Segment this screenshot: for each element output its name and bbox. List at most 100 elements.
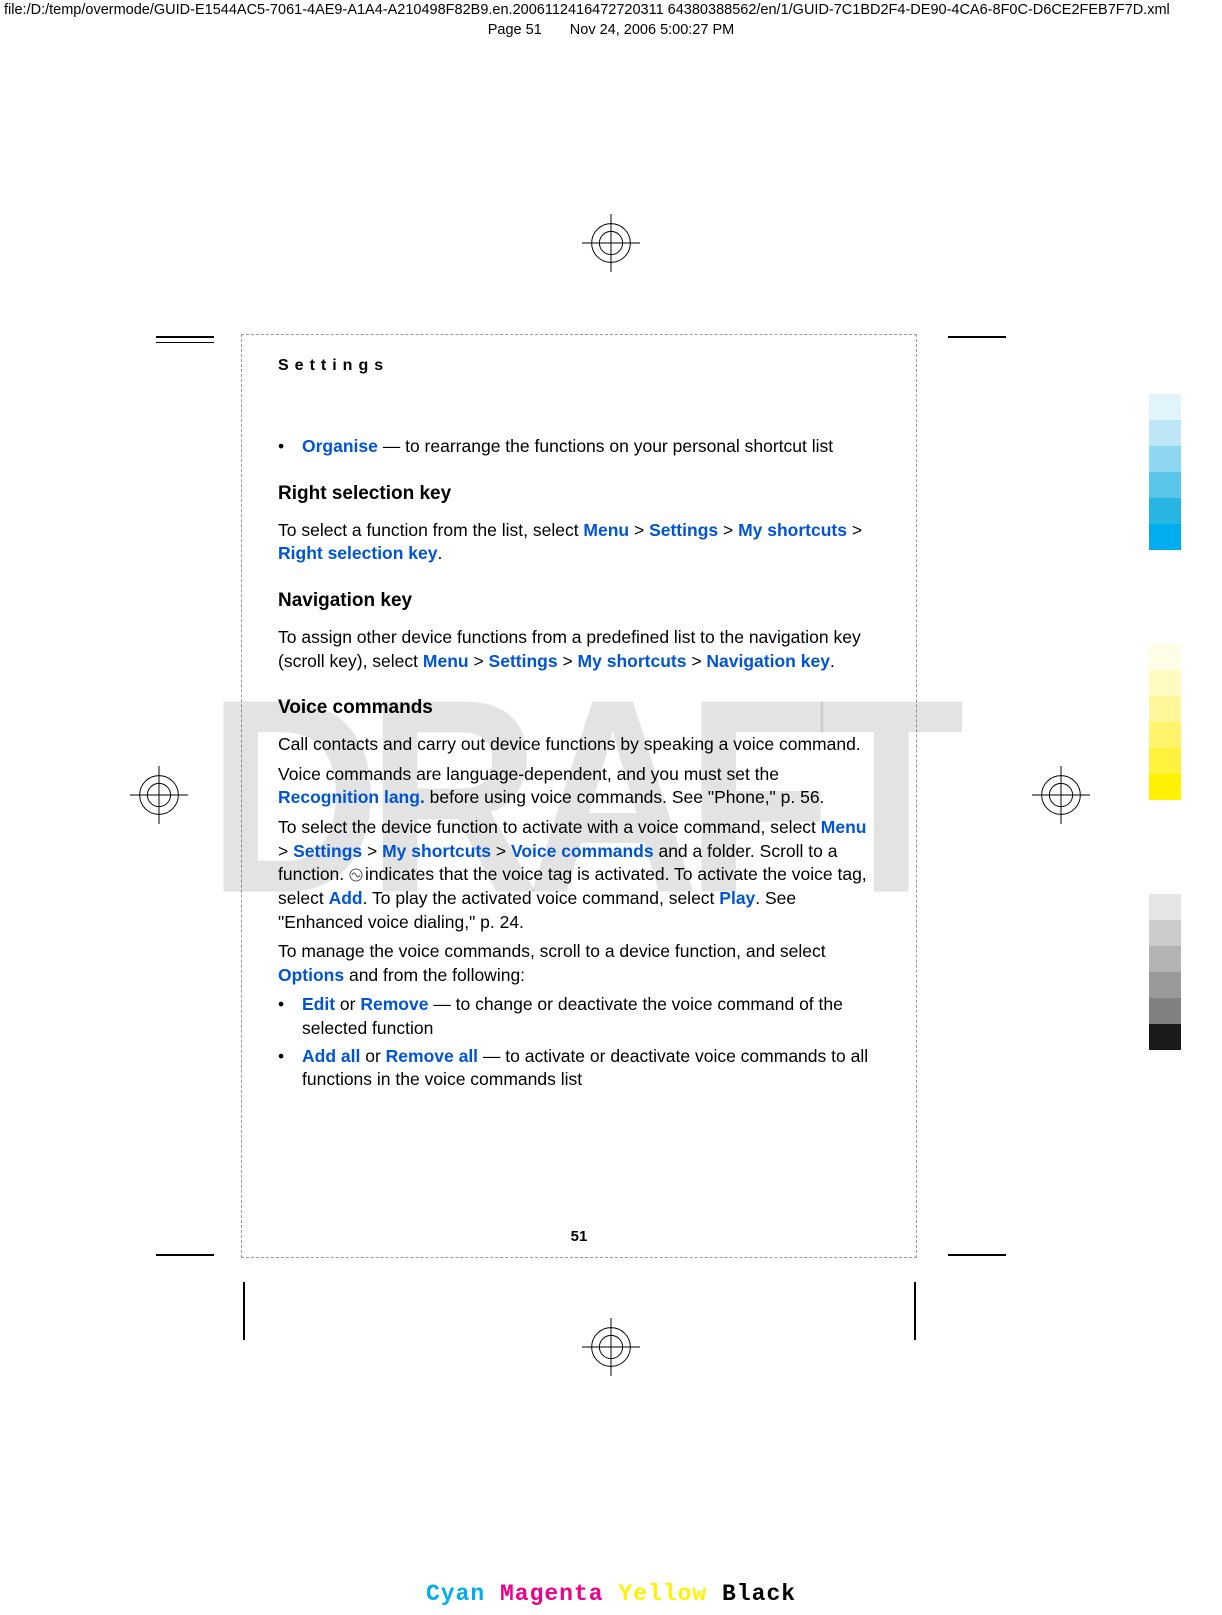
color-swatch xyxy=(1149,946,1181,972)
text: To select the device function to activat… xyxy=(278,817,821,837)
keyword-add: Add xyxy=(329,888,363,908)
crop-mark xyxy=(243,1282,245,1340)
heading-right-selection-key: Right selection key xyxy=(278,483,880,505)
keyword-remove-all: Remove all xyxy=(386,1046,478,1066)
color-swatch xyxy=(1149,696,1181,722)
magenta-label: Magenta xyxy=(500,1581,604,1607)
registration-mark-icon xyxy=(1032,766,1090,824)
color-swatch xyxy=(1149,472,1181,498)
color-swatch xyxy=(1149,644,1181,670)
keyword-navigation-key: Navigation key xyxy=(706,651,830,671)
text: > xyxy=(686,651,706,671)
color-swatch xyxy=(1149,670,1181,696)
color-swatch xyxy=(1149,998,1181,1024)
paragraph: To manage the voice commands, scroll to … xyxy=(278,940,880,987)
paragraph: To assign other device functions from a … xyxy=(278,626,880,673)
keyword-play: Play xyxy=(719,888,755,908)
crop-mark xyxy=(156,336,214,338)
keyword-options: Options xyxy=(278,965,344,985)
crop-mark xyxy=(914,1282,916,1340)
text: Voice commands are language-dependent, a… xyxy=(278,764,779,784)
page-label: Page 51 xyxy=(488,22,542,38)
keyword-remove: Remove xyxy=(360,994,428,1014)
keyword-my-shortcuts: My shortcuts xyxy=(738,520,847,540)
keyword-recognition-lang: Recognition lang. xyxy=(278,787,425,807)
keyword-my-shortcuts: My shortcuts xyxy=(382,841,491,861)
color-bars xyxy=(1149,394,1181,1144)
text: To select a function from the list, sele… xyxy=(278,520,583,540)
list-item: • Add all or Remove all — to activate or… xyxy=(278,1045,880,1092)
color-swatch xyxy=(1149,1024,1181,1050)
keyword-add-all: Add all xyxy=(302,1046,360,1066)
list-item: • Edit or Remove — to change or deactiva… xyxy=(278,993,880,1040)
text: > xyxy=(278,841,293,861)
color-swatch xyxy=(1149,894,1181,920)
text: . To play the activated voice command, s… xyxy=(363,888,720,908)
keyword-settings: Settings xyxy=(293,841,362,861)
timestamp: Nov 24, 2006 5:00:27 PM xyxy=(570,22,734,38)
page-number: 51 xyxy=(242,1228,916,1245)
file-header: file:/D:/temp/overmode/GUID-E1544AC5-706… xyxy=(0,0,1222,38)
text: > xyxy=(362,841,382,861)
paragraph: Voice commands are language-dependent, a… xyxy=(278,763,880,810)
paragraph: To select a function from the list, sele… xyxy=(278,519,880,566)
cmyk-footer: Cyan Magenta Yellow Black xyxy=(0,1581,1222,1607)
color-swatch xyxy=(1149,774,1181,800)
text: > xyxy=(469,651,489,671)
color-swatch xyxy=(1149,524,1181,550)
text: and from the following: xyxy=(344,965,525,985)
cyan-swatch-group xyxy=(1149,394,1181,550)
page-info: Page 51 Nov 24, 2006 5:00:27 PM xyxy=(0,22,1222,38)
yellow-label: Yellow xyxy=(618,1581,707,1607)
keyword-menu: Menu xyxy=(583,520,629,540)
cyan-label: Cyan xyxy=(426,1581,485,1607)
keyword-my-shortcuts: My shortcuts xyxy=(578,651,687,671)
registration-mark-icon xyxy=(582,214,640,272)
crop-mark xyxy=(156,1254,214,1256)
paragraph: To select the device function to activat… xyxy=(278,816,880,934)
running-head: Settings xyxy=(278,357,880,375)
keyword-edit: Edit xyxy=(302,994,335,1014)
bullet-icon: • xyxy=(278,1045,292,1092)
text: or xyxy=(360,1046,385,1066)
bullet-icon: • xyxy=(278,993,292,1040)
text: > xyxy=(718,520,738,540)
yellow-swatch-group xyxy=(1149,644,1181,800)
page-content-box: DRAFT Settings • Organise — to rearrange… xyxy=(241,334,917,1258)
file-path: file:/D:/temp/overmode/GUID-E1544AC5-706… xyxy=(0,0,1222,20)
keyword-organise: Organise xyxy=(302,436,378,456)
list-item: • Organise — to rearrange the functions … xyxy=(278,435,880,459)
color-swatch xyxy=(1149,420,1181,446)
color-swatch xyxy=(1149,722,1181,748)
text: — to rearrange the functions on your per… xyxy=(378,436,833,456)
paragraph: Call contacts and carry out device funct… xyxy=(278,733,880,757)
color-swatch xyxy=(1149,446,1181,472)
text: > xyxy=(558,651,578,671)
text: . xyxy=(438,543,443,563)
text: . xyxy=(830,651,835,671)
text: > xyxy=(491,841,511,861)
keyword-voice-commands: Voice commands xyxy=(511,841,654,861)
voice-tag-icon xyxy=(349,868,363,882)
color-swatch xyxy=(1149,972,1181,998)
text: before using voice commands. See "Phone,… xyxy=(425,787,825,807)
color-swatch xyxy=(1149,748,1181,774)
color-swatch xyxy=(1149,394,1181,420)
crop-mark xyxy=(948,336,1006,338)
text: > xyxy=(847,520,862,540)
registration-mark-icon xyxy=(130,766,188,824)
text: To manage the voice commands, scroll to … xyxy=(278,941,826,961)
grey-swatch-group xyxy=(1149,894,1181,1050)
keyword-menu: Menu xyxy=(423,651,469,671)
color-swatch xyxy=(1149,498,1181,524)
keyword-settings: Settings xyxy=(489,651,558,671)
keyword-menu: Menu xyxy=(821,817,867,837)
heading-navigation-key: Navigation key xyxy=(278,590,880,612)
text: > xyxy=(629,520,649,540)
keyword-right-selection-key: Right selection key xyxy=(278,543,438,563)
registration-mark-icon xyxy=(582,1318,640,1376)
heading-voice-commands: Voice commands xyxy=(278,697,880,719)
crop-mark xyxy=(948,1254,1006,1256)
keyword-settings: Settings xyxy=(649,520,718,540)
black-label: Black xyxy=(722,1581,796,1607)
